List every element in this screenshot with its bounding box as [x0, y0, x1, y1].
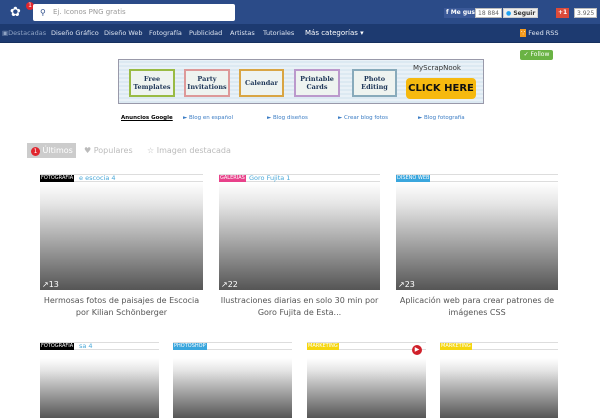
rss-icon: ∵ [520, 29, 527, 37]
star-icon: ☆ [147, 146, 155, 155]
category-tag[interactable]: MARKETING [440, 343, 472, 350]
like-count: 18 884 [475, 8, 502, 18]
share-number: 13 [48, 280, 59, 289]
ad-link[interactable]: ► Blog diseños [267, 115, 308, 121]
category-tag[interactable]: FOTOGRAFÍA [40, 175, 75, 182]
more-label: Más categorías [305, 29, 358, 37]
site-logo[interactable]: ✿ [10, 5, 21, 20]
share-number: 23 [404, 280, 415, 289]
post-image[interactable] [173, 358, 292, 418]
category-tag[interactable]: PHOTOSHOP [173, 343, 207, 350]
nav-artistas[interactable]: Artistas [230, 24, 255, 42]
nav-more-categories[interactable]: Más categorías ▾ [305, 24, 364, 42]
post-image[interactable] [40, 358, 159, 418]
post-caption[interactable]: Hermosas fotos de paisajes de Escocia po… [40, 295, 203, 319]
follow-label: Follow [530, 51, 550, 58]
ad-link-label: Crear blog fotos [343, 115, 389, 121]
ad-cta-button[interactable]: CLICK HERE [406, 78, 476, 99]
nav-diseno-web[interactable]: Diseño Web [104, 24, 143, 42]
follow-label: Seguir [513, 10, 536, 17]
chevron-down-icon: ▾ [360, 29, 364, 37]
heart-icon: ♥ [84, 146, 92, 155]
search-placeholder: Ej. Iconos PNG gratis [53, 8, 126, 16]
ad-link-label: Blog en español [188, 115, 233, 121]
post-image[interactable]: ↗13 [40, 182, 203, 290]
ad-link[interactable]: ► Blog fotografía [418, 115, 465, 121]
twitter-follow-button[interactable]: ● Seguir [503, 8, 539, 18]
tab-featured[interactable]: ☆ Imagen destacada [147, 143, 231, 158]
post-image[interactable]: ↗22 [219, 182, 380, 290]
post-card[interactable]: MARKETING ▶ [307, 342, 426, 418]
share-number: 22 [227, 280, 238, 289]
category-tag[interactable]: DISEÑO WEB [396, 175, 431, 182]
post-title-snippet: e escocia 4 [79, 174, 116, 182]
share-count: ↗22 [221, 280, 238, 289]
ad-banner[interactable]: Free Templates Party Invitations Calenda… [118, 59, 484, 104]
nav-label: Destacadas [8, 29, 47, 37]
post-image[interactable]: ↗23 [396, 182, 558, 290]
post-card[interactable]: MARKETING [440, 342, 558, 418]
post-image[interactable] [307, 358, 426, 418]
category-tag[interactable]: MARKETING [307, 343, 339, 350]
nav-diseno-grafico[interactable]: Diseño Gráfico [51, 24, 99, 42]
nav-publicidad[interactable]: Publicidad [189, 24, 222, 42]
ad-link-label: Blog fotografía [423, 115, 465, 121]
follow-button[interactable]: ✓ Follow [520, 50, 553, 60]
category-tag[interactable]: FOTOGRAFÍA [40, 343, 75, 350]
post-card[interactable]: DISEÑO WEB ↗23 Aplicación web para crear… [396, 174, 558, 319]
video-play-icon: ▶ [412, 345, 422, 355]
gplus-button[interactable]: +1 [556, 8, 570, 18]
post-title-snippet: Goro Fujita 1 [249, 174, 291, 182]
ad-box[interactable]: Photo Editing [352, 69, 397, 97]
post-image[interactable] [440, 358, 558, 418]
ad-box[interactable]: Printable Cards [294, 69, 340, 97]
ad-brand: MyScrapNook [413, 64, 461, 72]
post-caption[interactable]: Ilustraciones diarias en solo 30 min por… [219, 295, 380, 319]
post-title-snippet: sa 4 [79, 342, 93, 350]
post-caption[interactable]: Aplicación web para crear patrones de im… [396, 295, 558, 319]
feed-rss-link[interactable]: ∵ Feed RSS [520, 24, 559, 42]
nav-fotografia[interactable]: Fotografía [149, 24, 182, 42]
latest-count-badge: 1 [31, 147, 40, 156]
post-card[interactable]: FOTOGRAFÍA e escocia 4 ↗13 Hermosas fotos… [40, 174, 203, 319]
tab-label: Imagen destacada [156, 146, 231, 155]
nav-destacadas[interactable]: ▣Destacadas [2, 24, 46, 42]
tab-popular[interactable]: ♥ Populares [84, 143, 133, 158]
tab-label: Populares [93, 146, 133, 155]
gplus-count: 3.925 [574, 8, 598, 18]
ad-box[interactable]: Free Templates [129, 69, 175, 97]
category-tag[interactable]: GALERÍAS [219, 175, 246, 182]
ad-link-label: Blog diseños [272, 115, 308, 121]
search-icon: ⚲ [40, 8, 46, 17]
tab-latest[interactable]: 1 Últimos [27, 143, 76, 158]
search-input[interactable]: ⚲ Ej. Iconos PNG gratis [33, 4, 235, 21]
tab-label: Últimos [42, 146, 73, 155]
ad-link[interactable]: ► Blog en español [183, 115, 233, 121]
share-count: ↗23 [398, 280, 415, 289]
post-card[interactable]: FOTOGRAFÍA sa 4 [40, 342, 159, 418]
ads-label[interactable]: Anuncios Google [121, 115, 173, 121]
ad-box[interactable]: Calendar [239, 69, 284, 97]
nav-tutoriales[interactable]: Tutoriales [263, 24, 294, 42]
post-card[interactable]: PHOTOSHOP [173, 342, 292, 418]
ad-box[interactable]: Party Invitations [184, 69, 230, 97]
post-card[interactable]: GALERÍAS Goro Fujita 1 ↗22 Ilustraciones … [219, 174, 380, 319]
ad-link[interactable]: ► Crear blog fotos [338, 115, 388, 121]
share-count: ↗13 [42, 280, 59, 289]
feed-label: Feed RSS [528, 29, 559, 37]
